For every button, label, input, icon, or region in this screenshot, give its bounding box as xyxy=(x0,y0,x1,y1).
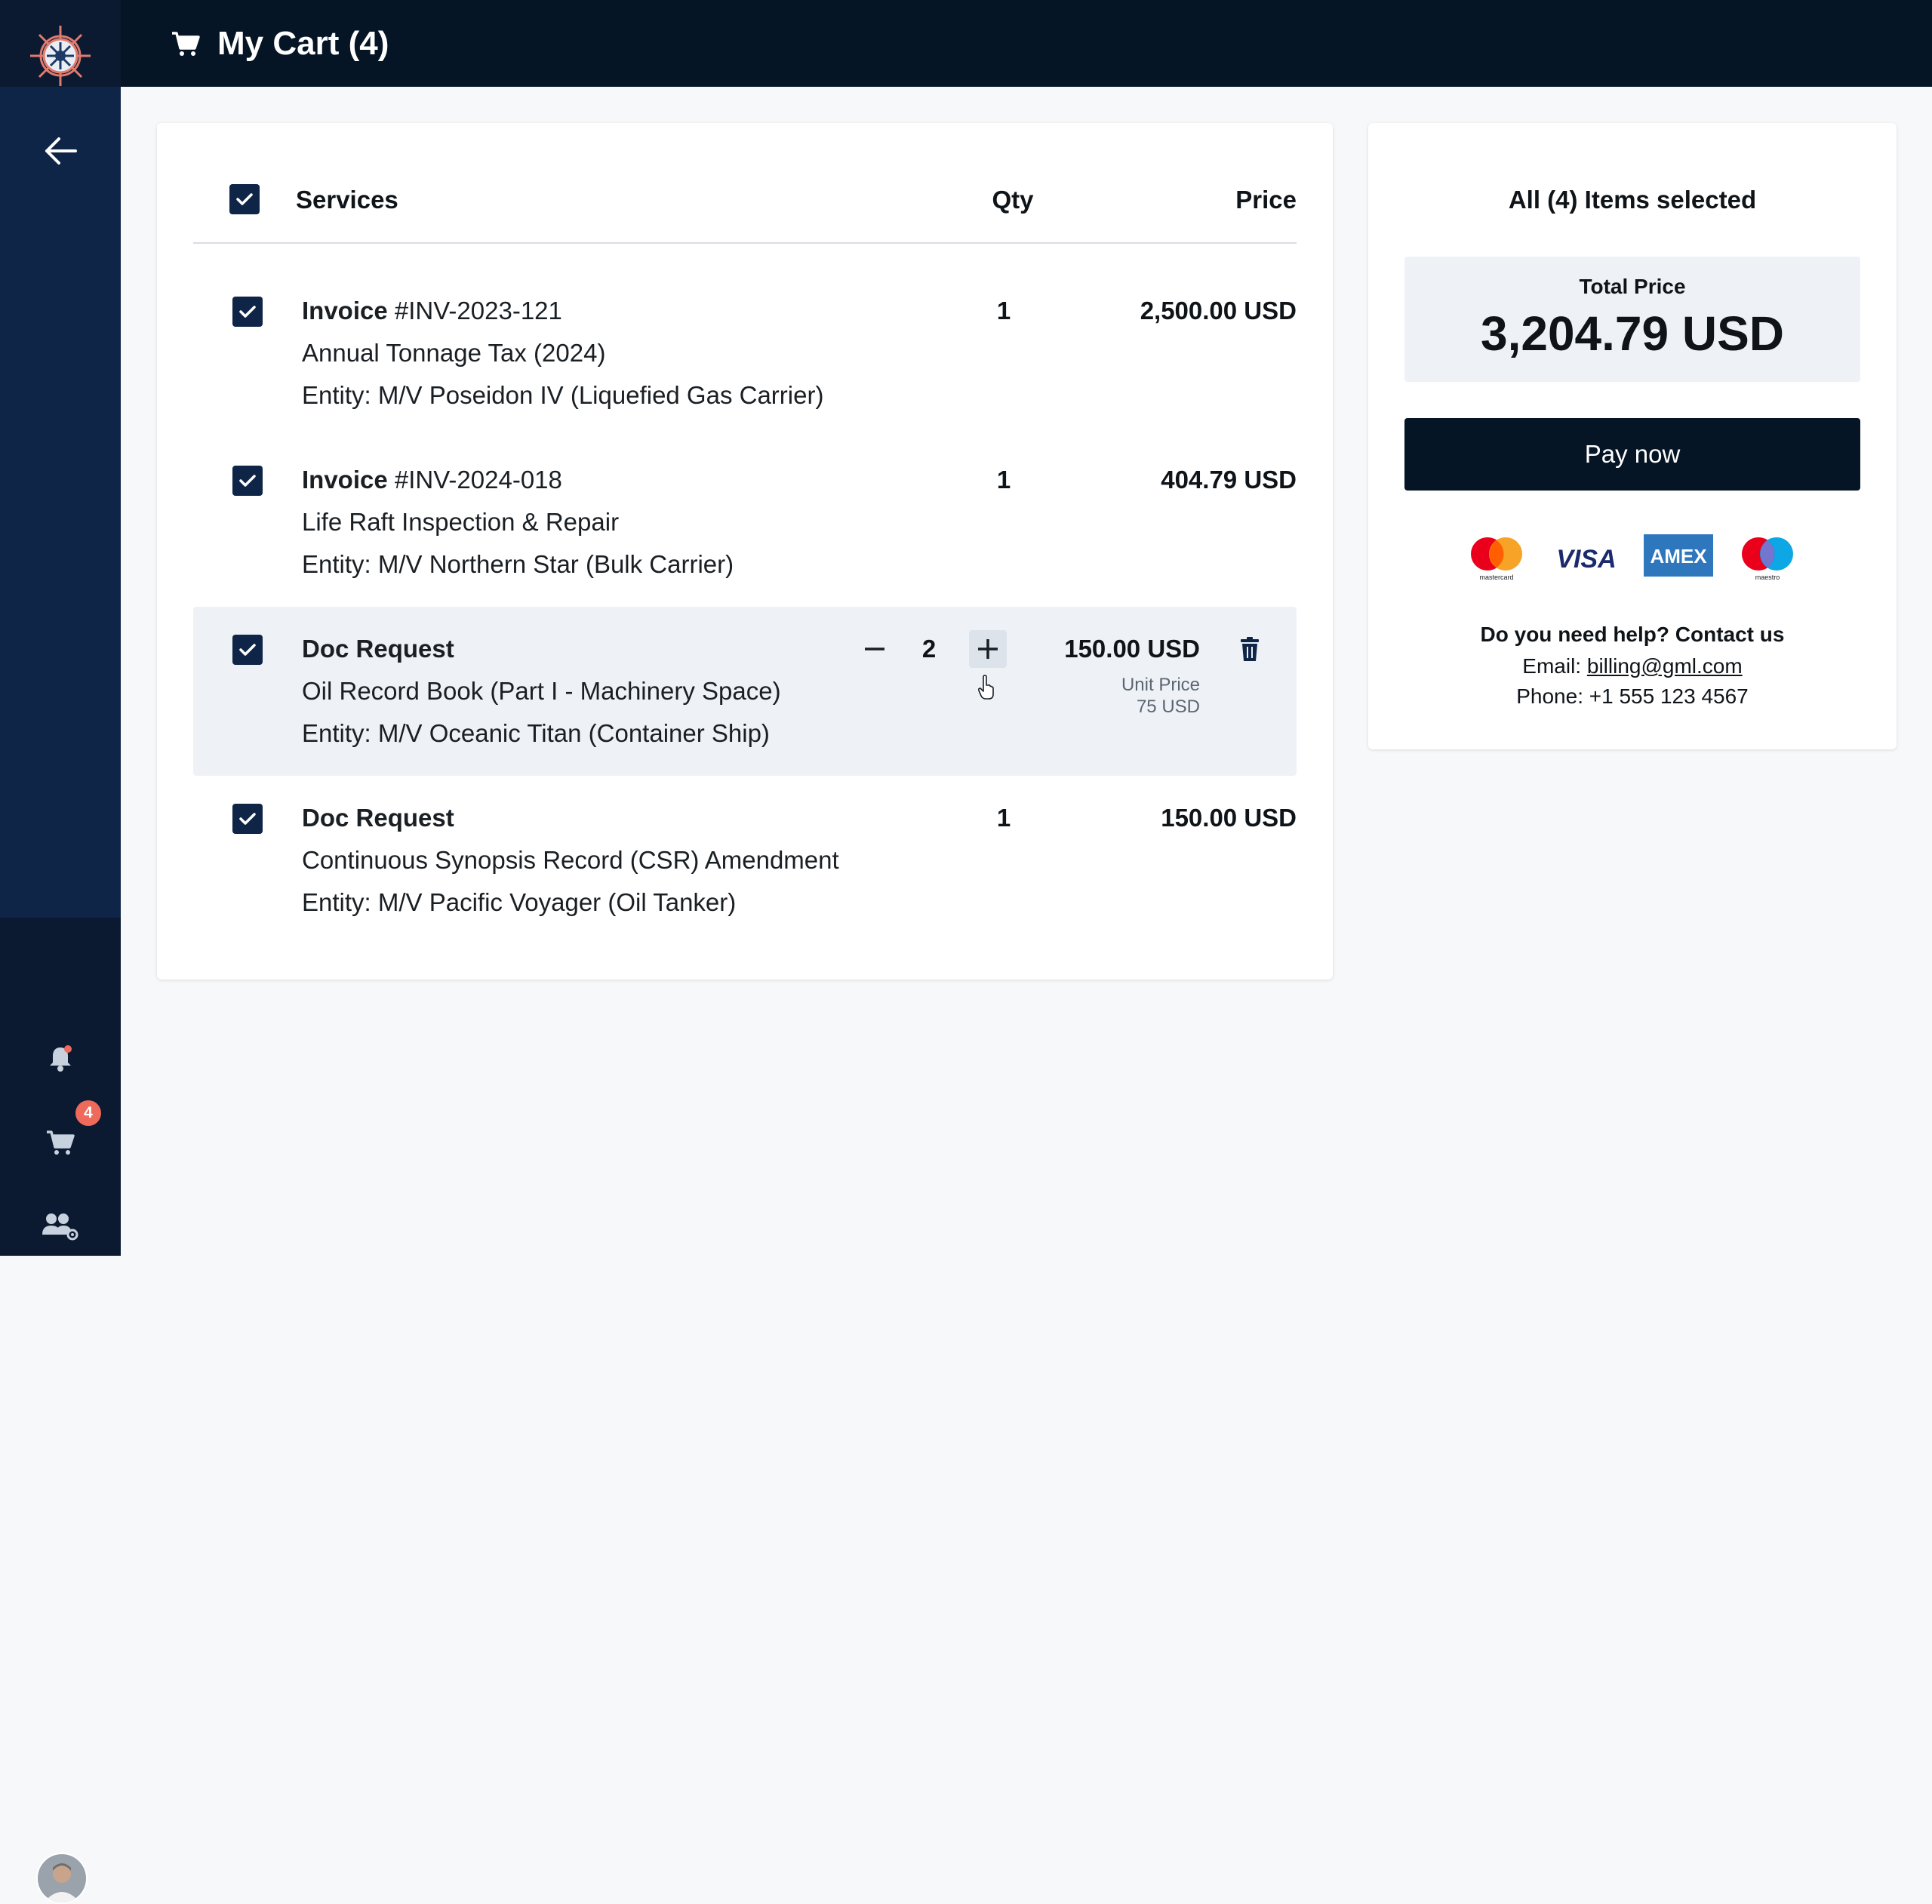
select-all-checkbox[interactable] xyxy=(229,184,260,214)
item-type: Doc Request xyxy=(302,635,454,663)
item-description: Continuous Synopsis Record (CSR) Amendme… xyxy=(302,846,839,874)
item-price: 150.00 USD xyxy=(1064,635,1200,663)
back-arrow-icon xyxy=(45,137,77,165)
cart-item-row: Doc Request Continuous Synopsis Record (… xyxy=(193,776,1297,945)
services-column-header: Services xyxy=(296,186,398,214)
item-qty-value[interactable]: 2 xyxy=(906,632,952,666)
cart-item-row: Invoice #INV-2024-018 Life Raft Inspecti… xyxy=(193,441,1297,610)
trash-icon xyxy=(1241,637,1259,661)
header-divider xyxy=(193,242,1297,244)
item-description: Annual Tonnage Tax (2024) xyxy=(302,339,606,367)
bell-icon xyxy=(50,1045,72,1072)
item-checkbox[interactable] xyxy=(232,804,263,834)
item-qty: 1 xyxy=(996,466,1011,494)
ship-wheel-logo-icon[interactable] xyxy=(27,23,94,89)
unit-price-value: 75 USD xyxy=(1136,697,1200,717)
sidebar-logo-area xyxy=(0,0,121,87)
cart-count-badge: 4 xyxy=(75,1100,101,1126)
item-price: 150.00 USD xyxy=(1161,804,1297,832)
cursor-hand-icon xyxy=(977,675,994,700)
sidebar-bottom-nav: 4 xyxy=(0,918,121,1904)
back-button[interactable] xyxy=(38,130,83,172)
users-gear-icon xyxy=(42,1213,78,1241)
item-checkbox[interactable] xyxy=(232,466,263,496)
item-title: Doc Request xyxy=(302,632,454,666)
selection-summary: All (4) Items selected xyxy=(1508,186,1757,214)
item-checkbox[interactable] xyxy=(232,297,263,327)
minus-icon xyxy=(865,647,884,651)
email-label: Email: xyxy=(1522,654,1582,678)
item-description: Oil Record Book (Part I - Machinery Spac… xyxy=(302,677,781,705)
item-title: Invoice #INV-2023-121 xyxy=(302,294,562,328)
avatar[interactable] xyxy=(36,1853,88,1904)
mastercard-logo-icon: mastercard xyxy=(1471,537,1522,581)
item-type: Doc Request xyxy=(302,804,454,832)
help-email-line: Email: billing@gml.com xyxy=(1368,652,1897,681)
mastercard-logo-text: mastercard xyxy=(1479,574,1513,581)
item-type: Invoice xyxy=(302,466,388,494)
order-summary-card: All (4) Items selected Total Price 3,204… xyxy=(1368,123,1897,749)
checkbox-checked-icon xyxy=(239,813,256,825)
item-ref: #INV-2023-121 xyxy=(394,297,562,325)
unit-price-label: Unit Price xyxy=(1121,675,1200,695)
qty-column-header: Qty xyxy=(992,186,1034,214)
top-header: My Cart (4) xyxy=(121,0,1932,87)
total-price-value: 3,204.79 USD xyxy=(1480,306,1785,361)
avatar-image xyxy=(38,1854,86,1902)
item-checkbox[interactable] xyxy=(232,635,263,665)
checkbox-checked-icon xyxy=(239,644,256,656)
item-entity: Entity: M/V Oceanic Titan (Container Shi… xyxy=(302,719,770,747)
cart-item-row-active: Doc Request Oil Record Book (Part I - Ma… xyxy=(193,607,1297,776)
maestro-logo-text: maestro xyxy=(1755,574,1780,581)
help-title: Do you need help? Contact us xyxy=(1480,623,1785,646)
item-entity: Entity: M/V Pacific Voyager (Oil Tanker) xyxy=(302,888,737,916)
item-ref: #INV-2024-018 xyxy=(394,466,562,494)
sidebar: 4 xyxy=(0,0,121,1904)
notifications-button[interactable] xyxy=(30,1028,91,1088)
item-description: Life Raft Inspection & Repair xyxy=(302,508,620,536)
decrease-qty-button[interactable] xyxy=(856,630,894,668)
amex-logo-text: AMEX xyxy=(1650,545,1707,568)
item-price: 404.79 USD xyxy=(1161,466,1297,494)
plus-icon xyxy=(978,639,998,659)
amex-logo-icon: AMEX xyxy=(1644,534,1713,577)
item-entity: Entity: M/V Northern Star (Bulk Carrier) xyxy=(302,550,734,578)
maestro-logo-icon: maestro xyxy=(1742,537,1793,581)
total-price-label: Total Price xyxy=(1579,275,1686,298)
cart-item-row: Invoice #INV-2023-121 Annual Tonnage Tax… xyxy=(193,272,1297,441)
increase-qty-button[interactable] xyxy=(969,630,1007,668)
page-title: My Cart (4) xyxy=(217,25,389,62)
item-qty: 1 xyxy=(996,804,1011,832)
cart-items-card: Services Qty Price Invoice #INV-2023-121… xyxy=(157,123,1333,980)
team-settings-button[interactable] xyxy=(30,1195,91,1256)
item-title: Invoice #INV-2024-018 xyxy=(302,463,562,497)
pay-now-button[interactable]: Pay now xyxy=(1404,418,1860,491)
cart-icon xyxy=(172,32,200,56)
checkbox-checked-icon xyxy=(236,193,253,205)
total-price-box: Total Price 3,204.79 USD xyxy=(1404,257,1860,382)
cart-icon xyxy=(47,1130,75,1155)
checkbox-checked-icon xyxy=(239,475,256,487)
item-title: Doc Request xyxy=(302,801,454,835)
support-email-link[interactable]: billing@gml.com xyxy=(1587,654,1743,678)
checkbox-checked-icon xyxy=(239,306,256,318)
visa-logo-icon: VISA xyxy=(1556,545,1616,574)
help-phone-line: Phone: +1 555 123 4567 xyxy=(1516,684,1749,708)
price-column-header: Price xyxy=(1235,186,1297,214)
item-type: Invoice xyxy=(302,297,388,325)
item-qty: 1 xyxy=(996,297,1011,325)
payment-methods: mastercard VISA AMEX maestro xyxy=(1368,534,1897,587)
item-price: 2,500.00 USD xyxy=(1140,297,1297,325)
visa-logo-text: VISA xyxy=(1556,545,1616,574)
delete-item-button[interactable] xyxy=(1235,632,1265,666)
item-entity: Entity: M/V Poseidon IV (Liquefied Gas C… xyxy=(302,381,824,409)
